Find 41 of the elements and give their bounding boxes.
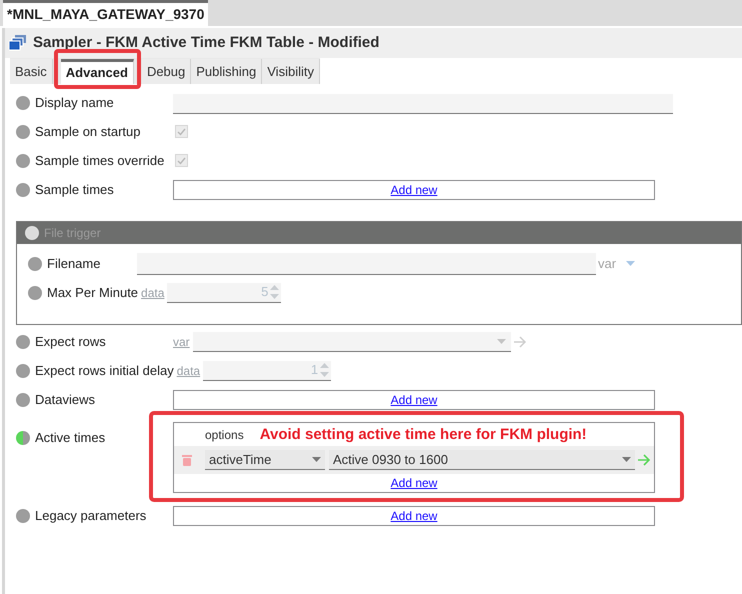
- dropdown[interactable]: Active 0930 to 1600: [329, 450, 635, 470]
- field-label: Legacy parameters: [35, 506, 148, 525]
- field-label: Sample on startup: [35, 122, 142, 141]
- caret-icon[interactable]: [626, 261, 636, 266]
- tab[interactable]: Basic: [10, 59, 53, 84]
- tab[interactable]: Publishing: [191, 59, 262, 84]
- text-field[interactable]: [173, 94, 673, 114]
- field-label: Filename: [47, 254, 102, 273]
- column-header: options: [205, 427, 244, 444]
- arrow-right-icon[interactable]: [512, 336, 527, 348]
- field-label: Dataviews: [35, 390, 96, 409]
- caret-icon: [312, 457, 321, 462]
- add-new-link[interactable]: Add new: [390, 390, 438, 408]
- checkbox[interactable]: [175, 154, 188, 167]
- dropdown[interactable]: [192, 332, 511, 352]
- tab[interactable]: Advanced: [60, 59, 134, 84]
- stack-icon: [9, 35, 27, 51]
- spin-arrows-icon[interactable]: [270, 285, 280, 299]
- window-title: Sampler - FKM Active Time FKM Table - Modified: [33, 32, 380, 53]
- caret-icon: [622, 457, 631, 462]
- add-new-link[interactable]: Add new: [390, 506, 438, 524]
- text-field[interactable]: [137, 252, 596, 274]
- spin-arrows-icon[interactable]: [320, 363, 330, 377]
- tab[interactable]: Debug: [142, 59, 192, 84]
- field-label: Display name: [35, 94, 115, 112]
- add-new-link[interactable]: Add new: [390, 474, 438, 492]
- field-label: Sample times override: [35, 152, 166, 170]
- field-label: Active times: [35, 429, 106, 448]
- tab[interactable]: Visibility: [262, 59, 320, 84]
- caret-icon: [496, 338, 506, 344]
- arrow-right-icon[interactable]: [637, 454, 651, 466]
- trash-icon[interactable]: [182, 454, 192, 466]
- document-tab[interactable]: *MNL_MAYA_GATEWAY_9370: [3, 0, 208, 26]
- add-new-link[interactable]: Add new: [390, 180, 438, 198]
- warning-note: Avoid setting active time here for FKM plugin!: [260, 424, 587, 444]
- field-label: Max Per Minute: [47, 284, 138, 302]
- checkbox[interactable]: [175, 125, 188, 138]
- dropdown[interactable]: activeTime: [205, 450, 325, 470]
- field-label: Expect rows initial delay: [35, 362, 174, 380]
- field-label: Sample times: [35, 180, 115, 199]
- field-label: Expect rows: [35, 332, 107, 351]
